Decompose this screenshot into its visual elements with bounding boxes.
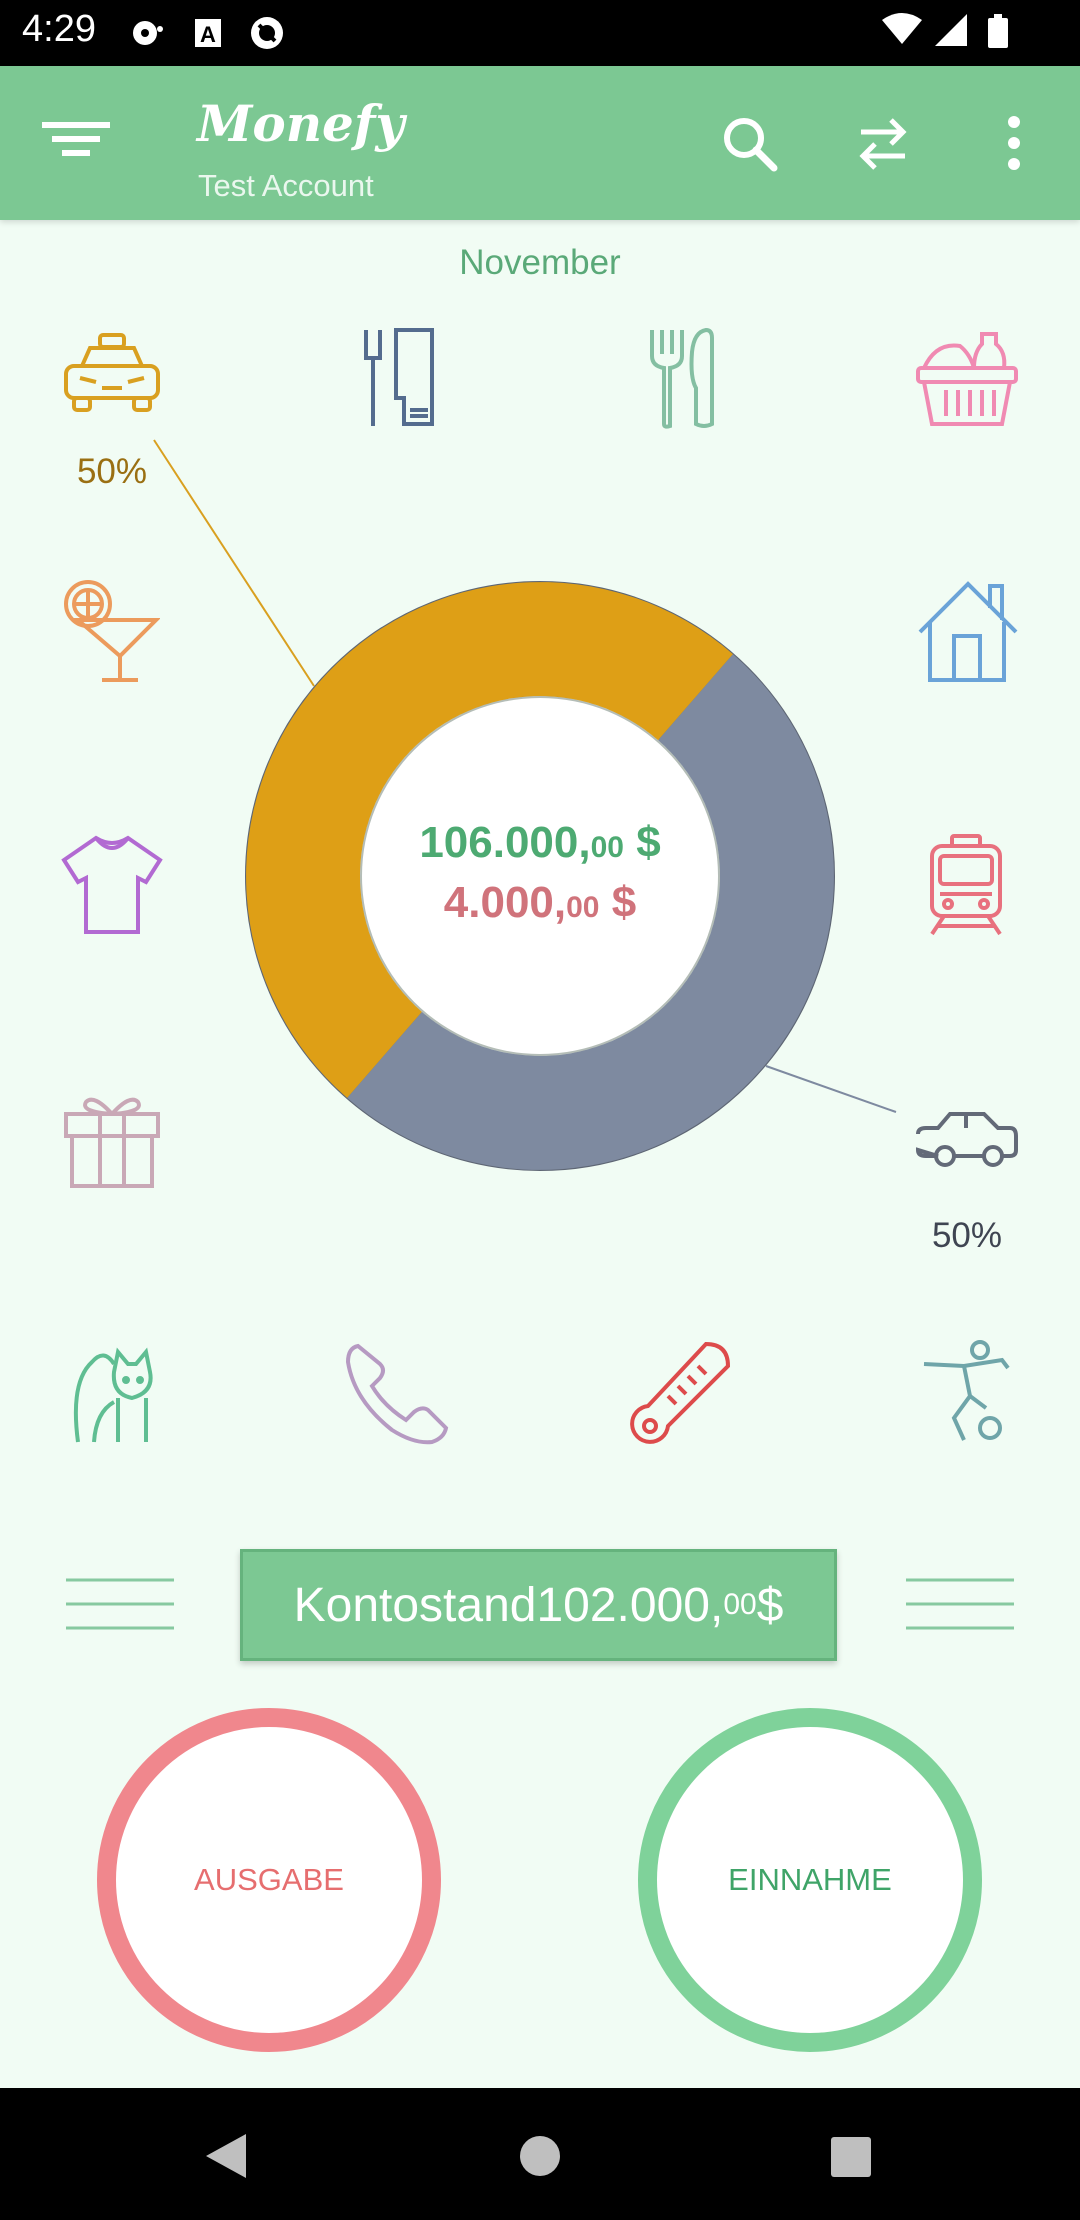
car-leader-line — [765, 1065, 897, 1113]
balance-button[interactable]: Kontostand 102.000, 00 $ — [240, 1549, 837, 1661]
expense-donut-chart[interactable] — [0, 0, 1080, 1200]
income-list-icon[interactable] — [904, 1574, 1016, 1634]
gift-icon[interactable] — [64, 1092, 160, 1188]
taxi-leader-line — [153, 439, 315, 687]
home-icon[interactable] — [518, 2134, 562, 2178]
cat-icon[interactable] — [70, 1342, 154, 1446]
add-expense-button[interactable]: AUSGABE — [97, 1708, 441, 2052]
back-icon[interactable] — [204, 2132, 248, 2180]
expense-list-icon[interactable] — [64, 1574, 176, 1634]
thermometer-icon[interactable] — [628, 1340, 734, 1446]
add-income-button[interactable]: EINNAHME — [638, 1708, 982, 2052]
chart-center[interactable] — [362, 698, 718, 1054]
phone-icon[interactable] — [344, 1340, 452, 1446]
train-icon[interactable] — [926, 834, 1006, 938]
football-player-icon[interactable] — [920, 1340, 1012, 1446]
navigation-bar — [0, 2088, 1080, 2220]
tshirt-icon[interactable] — [60, 834, 164, 936]
car-icon[interactable] — [914, 1110, 1020, 1174]
car-percent: 50% — [931, 1216, 1003, 1255]
recents-icon[interactable] — [830, 2136, 872, 2178]
